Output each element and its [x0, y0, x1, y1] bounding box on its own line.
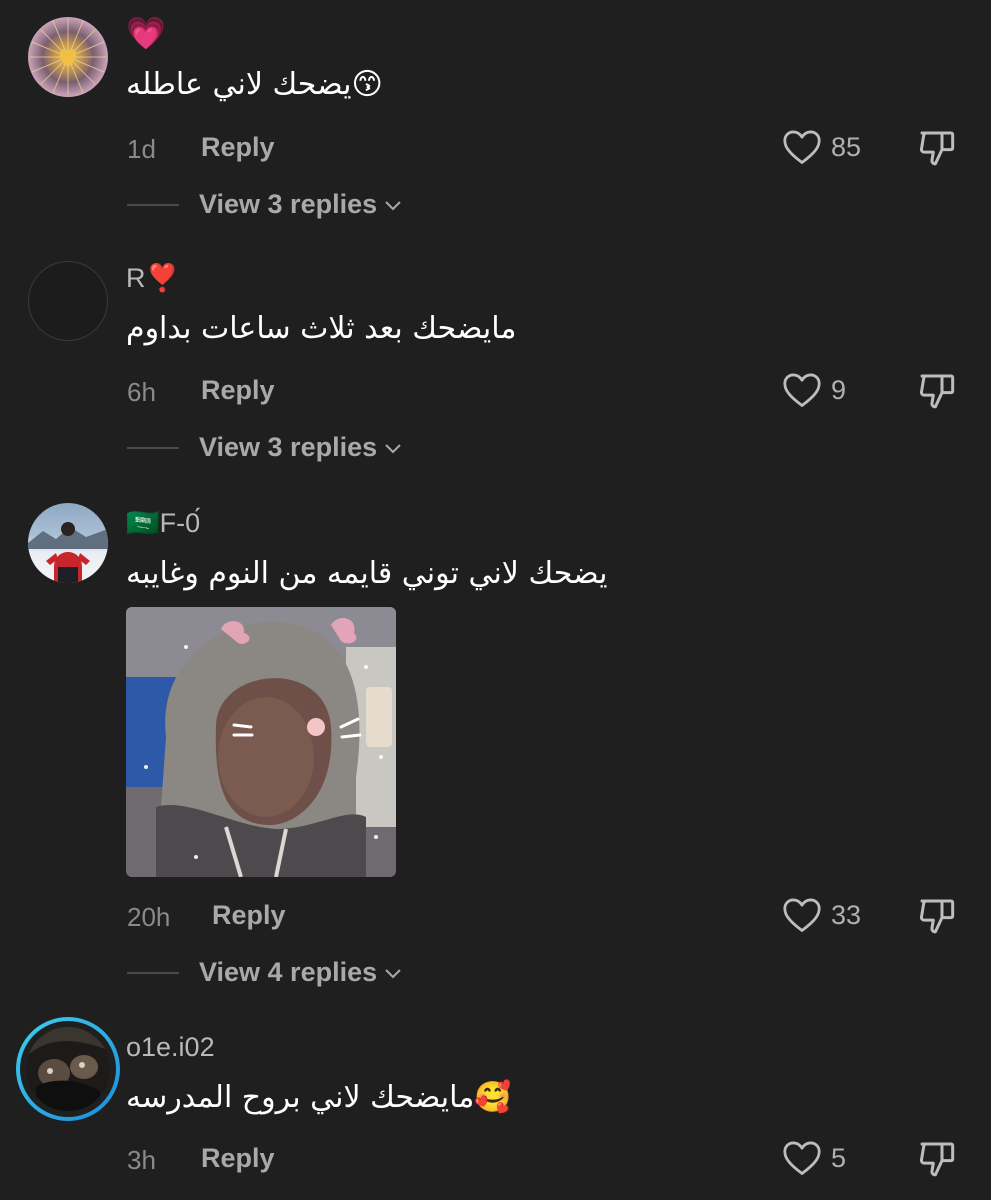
view-replies-button[interactable]: View 3 replies: [199, 189, 403, 220]
avatar[interactable]: [28, 261, 108, 341]
comment-username[interactable]: o1e.i02: [126, 1032, 215, 1063]
replies-divider: [127, 972, 179, 974]
chevron-down-icon: [385, 968, 401, 978]
comment-timestamp: 6h: [127, 377, 156, 407]
thumbs-down-icon[interactable]: [916, 128, 958, 168]
story-ring[interactable]: [16, 1017, 120, 1121]
view-replies-label: View 3 replies: [199, 432, 378, 462]
like-button[interactable]: 33: [782, 897, 861, 933]
comment-timestamp: 20h: [127, 902, 171, 932]
thumbs-down-icon[interactable]: [916, 1139, 958, 1179]
view-replies-label: View 3 replies: [199, 189, 378, 219]
view-replies-label: View 4 replies: [199, 957, 378, 987]
view-replies-button[interactable]: View 4 replies: [199, 957, 403, 988]
comment-username[interactable]: 🇸🇦F-0́: [126, 507, 200, 539]
reply-button[interactable]: Reply: [201, 1143, 275, 1174]
reply-button[interactable]: Reply: [201, 132, 275, 163]
like-button[interactable]: 9: [782, 372, 846, 408]
thumbs-down-icon[interactable]: [916, 896, 958, 936]
chevron-down-icon: [385, 443, 401, 453]
avatar-image: [28, 522, 108, 583]
chevron-down-icon: [385, 200, 401, 210]
like-count: 5: [831, 1142, 847, 1173]
reply-button[interactable]: Reply: [212, 900, 286, 931]
like-count: 85: [831, 131, 862, 162]
comment-text: يضحك لاني توني قايمه من النوم وغايبه: [126, 556, 608, 591]
comment-timestamp: 3h: [127, 1145, 156, 1175]
comment-text: يضحك لاني عاطله😙: [126, 67, 383, 102]
avatar-image: [26, 1027, 110, 1111]
heart-outline-icon: [783, 130, 821, 164]
like-count: 9: [831, 374, 847, 405]
reply-button[interactable]: Reply: [201, 375, 275, 406]
heart-outline-icon: [783, 898, 821, 932]
comment-username[interactable]: 💗: [126, 14, 166, 52]
attached-photo[interactable]: [126, 607, 396, 877]
comment-text: مايضحك لاني بروح المدرسه🥰: [126, 1080, 512, 1115]
like-button[interactable]: 5: [782, 1140, 846, 1176]
avatar[interactable]: [28, 17, 108, 97]
heart-outline-icon: [783, 1141, 821, 1175]
heart-outline-icon: [783, 373, 821, 407]
avatar-image: [30, 19, 106, 95]
like-count: 33: [831, 899, 862, 930]
photo-content: [126, 607, 396, 877]
like-button[interactable]: 85: [782, 129, 861, 165]
replies-divider: [127, 204, 179, 206]
thumbs-down-icon[interactable]: [916, 371, 958, 411]
view-replies-button[interactable]: View 3 replies: [199, 432, 403, 463]
replies-divider: [127, 447, 179, 449]
avatar[interactable]: [28, 503, 108, 583]
comment-text: مايضحك بعد ثلاث ساعات بداوم: [126, 311, 517, 346]
avatar: [26, 1027, 110, 1111]
comment-username[interactable]: R❣️: [126, 262, 179, 294]
comment-timestamp: 1d: [127, 134, 156, 164]
